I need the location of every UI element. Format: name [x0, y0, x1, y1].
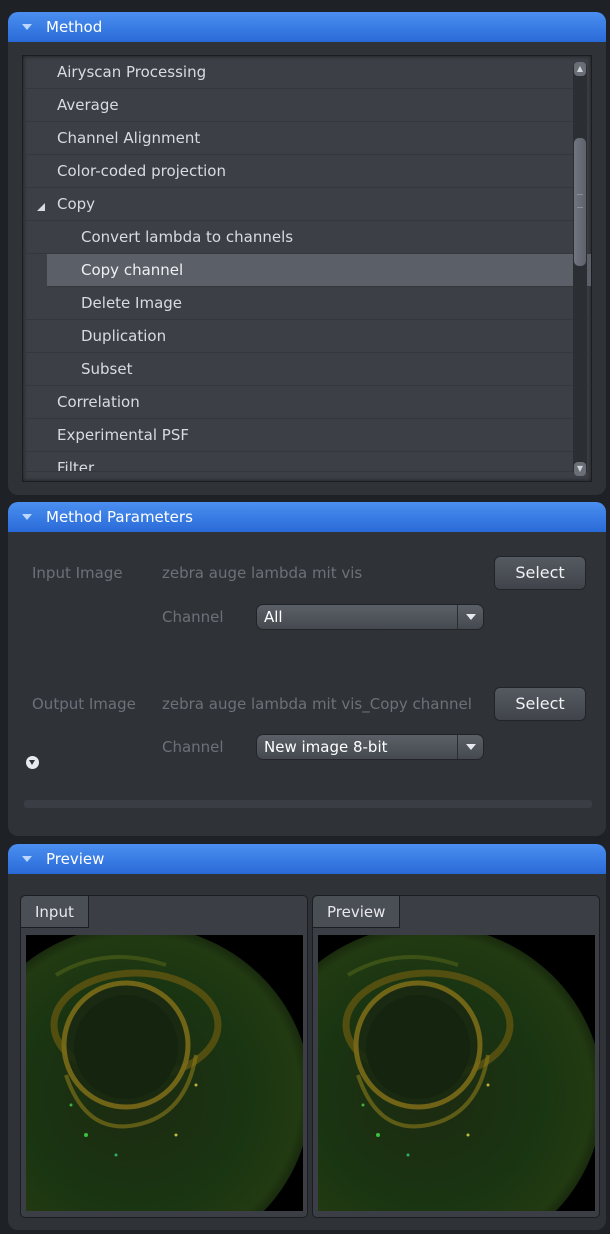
input-select-button[interactable]: Select: [494, 556, 586, 590]
collapse-triangle-icon: [22, 514, 32, 520]
list-item-average[interactable]: Average: [23, 89, 591, 122]
chevron-down-icon[interactable]: [457, 735, 483, 759]
list-item-copy[interactable]: Copy: [23, 188, 591, 221]
collapse-triangle-icon: [22, 856, 32, 862]
input-image-value: zebra auge lambda mit vis: [162, 564, 363, 582]
output-image-label: Output Image: [32, 695, 136, 713]
expand-more-icon[interactable]: [26, 756, 39, 769]
method-parameters-panel: Method Parameters Input Image zebra auge…: [8, 502, 606, 836]
input-preview-frame: Input: [20, 895, 308, 1218]
tab-preview[interactable]: Preview: [313, 896, 401, 928]
list-scrollbar[interactable]: ▲ ▼: [573, 62, 587, 476]
list-item-subset[interactable]: Subset: [23, 353, 591, 386]
scroll-grip-icon: [577, 194, 583, 208]
list-item-airyscan-processing[interactable]: Airyscan Processing: [23, 56, 591, 89]
scroll-down-arrow-icon[interactable]: ▼: [574, 462, 586, 476]
expanded-triangle-icon[interactable]: [37, 203, 45, 211]
list-item-correlation[interactable]: Correlation: [23, 386, 591, 419]
scroll-up-arrow-icon[interactable]: ▲: [574, 62, 586, 76]
preview-panel-header[interactable]: Preview: [8, 844, 606, 874]
input-image-view[interactable]: [26, 935, 303, 1211]
output-image-value: zebra auge lambda mit vis_Copy channel: [162, 695, 472, 713]
parameters-panel-title: Method Parameters: [46, 508, 193, 526]
input-micrograph-image: [26, 935, 303, 1211]
collapse-triangle-icon: [22, 24, 32, 30]
list-item-copy-channel[interactable]: Copy channel: [47, 254, 591, 287]
tab-input[interactable]: Input: [21, 896, 89, 928]
chevron-down-icon[interactable]: [457, 605, 483, 629]
list-item-channel-alignment[interactable]: Channel Alignment: [23, 122, 591, 155]
output-channel-select[interactable]: New image 8-bit: [256, 734, 484, 760]
preview-panel-title: Preview: [46, 850, 105, 868]
list-item-filter[interactable]: Filter: [23, 452, 591, 472]
preview-image-view[interactable]: [318, 935, 595, 1211]
list-item-experimental-psf[interactable]: Experimental PSF: [23, 419, 591, 452]
parameters-panel-header[interactable]: Method Parameters: [8, 502, 606, 532]
output-select-button[interactable]: Select: [494, 687, 586, 721]
method-panel-title: Method: [46, 18, 103, 36]
input-image-label: Input Image: [32, 564, 123, 582]
preview-panel: Preview Input Preview: [8, 844, 606, 1230]
input-channel-select[interactable]: All: [256, 604, 484, 630]
list-item-convert-lambda-to-channels[interactable]: Convert lambda to channels: [23, 221, 591, 254]
input-channel-value: All: [264, 608, 283, 626]
method-panel: Method Airyscan Processing Average Chann…: [8, 12, 606, 495]
output-channel-value: New image 8-bit: [264, 738, 388, 756]
method-panel-header[interactable]: Method: [8, 12, 606, 42]
list-item-duplication[interactable]: Duplication: [23, 320, 591, 353]
method-list: Airyscan Processing Average Channel Alig…: [22, 55, 592, 482]
preview-micrograph-image: [318, 935, 595, 1211]
output-preview-frame: Preview: [312, 895, 600, 1218]
panel-divider: [24, 800, 592, 808]
list-item-color-coded-projection[interactable]: Color-coded projection: [23, 155, 591, 188]
input-channel-label: Channel: [162, 608, 224, 626]
list-item-copy-label: Copy: [57, 195, 96, 213]
list-item-delete-image[interactable]: Delete Image: [23, 287, 591, 320]
output-channel-label: Channel: [162, 738, 224, 756]
scroll-thumb[interactable]: [574, 138, 586, 266]
